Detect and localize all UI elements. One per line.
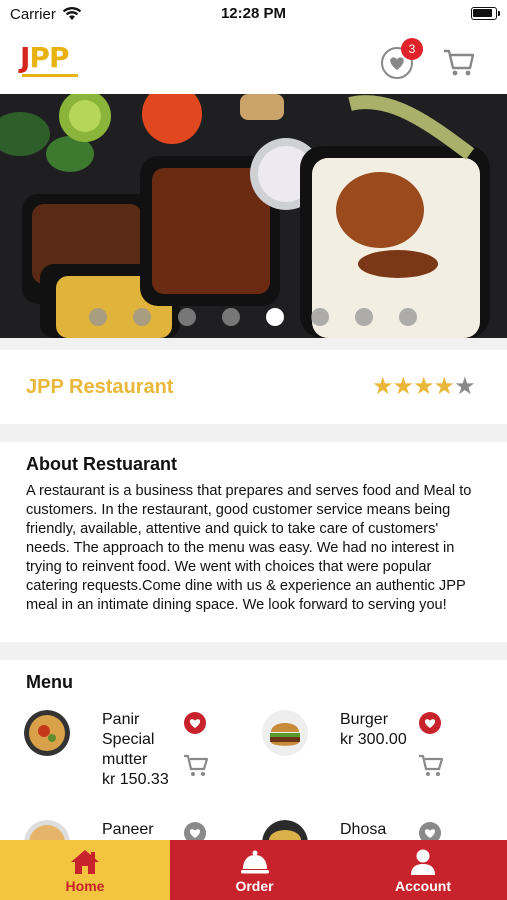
about-card: About Restuarant A restaurant is a busin…: [0, 442, 507, 642]
carousel-dot[interactable]: [266, 308, 285, 326]
add-to-cart-button[interactable]: [417, 752, 445, 778]
carousel-dot[interactable]: [310, 308, 329, 326]
status-bar: Carrier 12:28 PM: [0, 0, 507, 30]
cart-icon: [184, 754, 209, 776]
dish-price: kr 300.00: [340, 731, 407, 748]
app-header: JPP 3: [0, 30, 507, 94]
star-icon: ★: [433, 373, 455, 400]
about-title: About Restuarant: [26, 454, 178, 474]
hero-carousel[interactable]: [0, 94, 507, 338]
tab-account-label: Account: [395, 878, 451, 894]
menu-item[interactable]: Paneer: [24, 820, 254, 840]
favorite-toggle[interactable]: [184, 712, 206, 734]
carousel-dot[interactable]: [221, 308, 240, 326]
heart-icon: [424, 829, 436, 838]
tab-account[interactable]: Account: [339, 840, 507, 900]
carousel-dot[interactable]: [399, 308, 418, 326]
heart-icon: [189, 829, 201, 838]
dish-name: Burger kr 300.00: [340, 711, 407, 748]
star-icon: ★: [413, 373, 434, 400]
restaurant-name: JPP Restaurant: [26, 376, 174, 398]
dish-image: [24, 820, 70, 840]
favorite-toggle[interactable]: [184, 822, 206, 840]
heart-icon: [189, 719, 201, 728]
cart-icon: [444, 49, 475, 76]
carousel-dot[interactable]: [89, 308, 107, 326]
menu-title: Menu: [26, 672, 73, 692]
dish-image: [24, 710, 70, 756]
star-icon: ★: [454, 373, 475, 400]
cloche-icon: [240, 850, 269, 874]
tab-home[interactable]: Home: [0, 840, 170, 900]
dish-image: [262, 820, 308, 840]
dish-image: [262, 710, 308, 756]
favorites-count-badge: 3: [401, 38, 423, 60]
star-icon: ★: [372, 373, 393, 400]
menu-item[interactable]: Burger kr 300.00: [262, 710, 492, 820]
add-to-cart-button[interactable]: [182, 752, 210, 778]
favorite-toggle[interactable]: [419, 822, 441, 840]
heart-icon: [424, 719, 436, 728]
cart-button[interactable]: [441, 44, 477, 80]
favorite-toggle[interactable]: [419, 712, 441, 734]
menu-card: Menu Panir Special mutter kr 150.33 Burg…: [0, 660, 507, 840]
clock: 12:28 PM: [220, 5, 287, 22]
dish-name: Dhosa: [340, 821, 387, 838]
tab-home-label: Home: [65, 878, 105, 894]
carousel-dot[interactable]: [133, 308, 152, 326]
carousel-dot[interactable]: [177, 308, 196, 326]
food-photo: [0, 94, 507, 338]
tab-order-label: Order: [235, 878, 274, 894]
dish-name: Panir Special mutter kr 150.33: [102, 711, 169, 788]
carousel-dot[interactable]: [354, 308, 373, 326]
rating-stars: ★★★★★: [372, 372, 476, 401]
carousel-dots: [0, 308, 507, 328]
user-icon: [411, 849, 435, 875]
cart-icon: [419, 754, 444, 776]
bottom-tab-bar: Home Order Account: [0, 840, 507, 900]
about-text: A restaurant is a business that prepares…: [26, 483, 472, 613]
jpp-logo[interactable]: JPP: [20, 42, 80, 78]
star-icon: ★: [392, 373, 414, 400]
tab-order[interactable]: Order: [170, 840, 339, 900]
menu-item[interactable]: Panir Special mutter kr 150.33: [24, 710, 254, 820]
dish-price: kr 150.33: [102, 771, 169, 788]
battery-icon: [471, 7, 500, 20]
restaurant-card: JPP Restaurant ★★★★★: [0, 350, 507, 424]
home-icon: [71, 850, 99, 874]
dish-name: Paneer: [102, 821, 154, 838]
menu-item[interactable]: Dhosa: [262, 820, 492, 840]
